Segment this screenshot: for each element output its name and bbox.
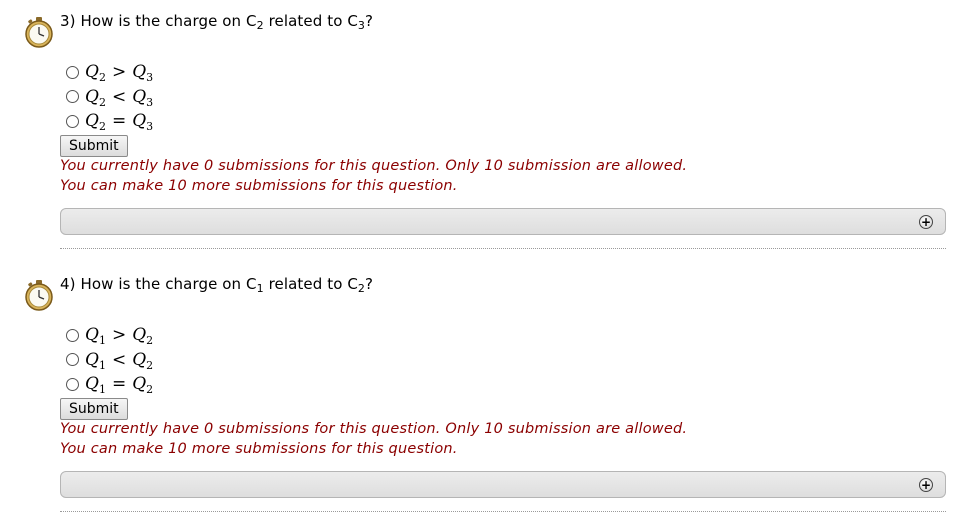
question-suffix: ?: [365, 12, 374, 30]
submission-message: You currently have 0 submissions for thi…: [60, 420, 687, 459]
option-math: Q2 < Q3: [85, 86, 154, 109]
plus-circle-icon[interactable]: +: [919, 215, 933, 229]
question-number: 4): [60, 275, 76, 293]
radio-button[interactable]: [66, 65, 79, 79]
remaining-submissions-text: You can make 10 more submissions for thi…: [60, 177, 458, 194]
option-math: Q1 > Q2: [85, 325, 154, 348]
answer-options: Q2 > Q3 Q2 < Q3 Q2 = Q3: [66, 60, 153, 134]
divider: [60, 248, 946, 249]
radio-button[interactable]: [66, 114, 79, 128]
question-text: 3) How is the charge on C2 related to C3…: [60, 12, 374, 32]
submit-button[interactable]: Submit: [60, 398, 128, 420]
radio-button[interactable]: [66, 328, 79, 342]
question-sub-2: 3: [357, 19, 366, 32]
option-row[interactable]: Q1 > Q2: [66, 323, 153, 348]
question-sub-1: 2: [256, 19, 264, 32]
question-number: 3): [60, 12, 76, 30]
radio-button[interactable]: [66, 353, 79, 367]
submission-message: You currently have 0 submissions for thi…: [60, 157, 687, 196]
question-sub-2: 2: [357, 282, 366, 295]
option-row[interactable]: Q2 = Q3: [66, 109, 153, 134]
hint-bar[interactable]: +: [60, 208, 946, 235]
option-math: Q1 = Q2: [85, 374, 154, 397]
submit-button[interactable]: Submit: [60, 135, 128, 157]
radio-button[interactable]: [66, 377, 79, 391]
option-math: Q2 = Q3: [85, 111, 154, 134]
answer-options: Q1 > Q2 Q1 < Q2 Q1 = Q2: [66, 323, 153, 397]
stopwatch-icon: [25, 280, 53, 311]
remaining-submissions-text: You can make 10 more submissions for thi…: [60, 440, 458, 457]
divider: [60, 511, 946, 512]
question-prefix: How is the charge on C: [80, 275, 257, 293]
submission-count-text: You currently have 0 submissions for thi…: [60, 158, 688, 174]
question-prefix: How is the charge on C: [80, 12, 257, 30]
option-row[interactable]: Q2 < Q3: [66, 85, 153, 110]
question-text: 4) How is the charge on C1 related to C2…: [60, 275, 374, 295]
option-math: Q2 > Q3: [85, 62, 154, 85]
option-row[interactable]: Q1 = Q2: [66, 372, 153, 397]
question-suffix: ?: [365, 275, 374, 293]
question-middle: related to C: [263, 275, 358, 293]
stopwatch-icon: [25, 17, 53, 48]
option-row[interactable]: Q2 > Q3: [66, 60, 153, 85]
submission-count-text: You currently have 0 submissions for thi…: [60, 421, 688, 437]
plus-circle-icon[interactable]: +: [919, 478, 933, 492]
question-sub-1: 1: [256, 282, 264, 295]
radio-button[interactable]: [66, 90, 79, 104]
question-middle: related to C: [263, 12, 358, 30]
option-math: Q1 < Q2: [85, 349, 154, 372]
hint-bar[interactable]: +: [60, 471, 946, 498]
option-row[interactable]: Q1 < Q2: [66, 348, 153, 373]
